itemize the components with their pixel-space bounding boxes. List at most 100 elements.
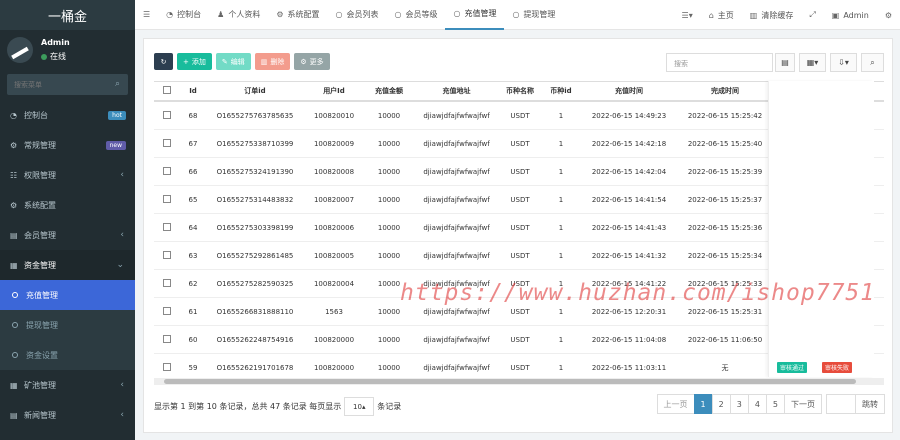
table-cell: 10000 [377,363,401,372]
sidebar-item-label: 会员管理 [24,230,56,240]
menu-search: ⌕ [7,74,128,95]
page-button[interactable]: 5 [765,394,785,414]
admin-menu[interactable]: ▣ Admin [824,0,877,30]
row-checkbox[interactable] [163,166,171,175]
tab-config[interactable]: ⚙ 系统配置 [268,0,327,30]
col-header[interactable]: 用户Id [304,86,364,96]
page-size-select[interactable]: 10 ▴ [344,397,375,416]
avatar-icon: ▣ [831,10,840,20]
row-checkbox[interactable] [163,222,171,231]
select-all-checkbox[interactable] [163,86,171,94]
table-toolbar: ↻ + 添加 ✎ 编辑 ▥ 删除 ⚙ 更多 [154,53,330,70]
search-toggle-button[interactable]: ⌕ [861,53,884,72]
col-header[interactable]: 充值地址 [414,86,499,96]
sidebar-item-permissions[interactable]: ☷ 权限管理 ‹ [0,160,135,190]
row-checkbox[interactable] [163,362,171,371]
tab-dashboard[interactable]: ◔ 控制台 [158,0,209,30]
tab-menu-button[interactable]: ☰▾ [674,0,701,30]
row-checkbox[interactable] [163,334,171,343]
sidebar-item-label: 充值管理 [26,290,58,300]
row-checkbox[interactable] [163,110,171,119]
home-link[interactable]: ⌂ 主页 [701,0,742,30]
tab-label: 个人资料 [228,10,261,19]
table-cell: O1655275763785635 [216,111,294,120]
add-button[interactable]: + 添加 [177,53,212,70]
table-cell: USDT [510,111,530,120]
col-header[interactable]: 充值金额 [364,86,414,96]
page-button[interactable]: 3 [729,394,749,414]
col-header[interactable]: 币种id [541,86,581,96]
table-search-input[interactable]: 搜索 [666,53,773,72]
refresh-icon: ↻ [160,57,167,66]
sidebar-item-funds[interactable]: ▦ 资金管理 ⌄ [0,250,135,280]
row-checkbox[interactable] [163,306,171,315]
scrollbar-thumb[interactable] [164,379,856,384]
tab-label: 控制台 [177,10,202,19]
col-header[interactable]: 订单id [206,86,304,96]
app-logo[interactable]: 一桶金 [0,0,135,30]
prev-page-button[interactable]: 上一页 [656,394,695,414]
sidebar-item-members[interactable]: ▤ 会员管理 ‹ [0,220,135,250]
table-cell: djiawjdfajfwfwajfwf [423,223,490,232]
row-checkbox[interactable] [163,250,171,259]
more-button[interactable]: ⚙ 更多 [294,53,330,70]
tab-recharge[interactable]: ○ 充值管理 [445,0,505,30]
sidebar-toggle[interactable]: ☰ [135,0,158,30]
clear-cache-label: 清除缓存 [761,10,794,20]
approve-button[interactable]: 审核通过 [777,362,808,373]
edit-button[interactable]: ✎ 编辑 [215,53,251,70]
sidebar-item-news[interactable]: ▤ 新闻管理 ‹ [0,400,135,430]
tab-profile[interactable]: ♟ 个人资料 [209,0,268,30]
export-button[interactable]: ⇩▾ [830,53,857,72]
next-page-button[interactable]: 下一页 [784,394,822,414]
col-header[interactable]: 完成时间 [677,86,773,96]
table-cell: 2022-06-15 15:25:31 [687,307,763,316]
table-cell: 2022-06-15 14:42:18 [591,139,667,148]
row-checkbox[interactable] [163,278,171,287]
menu-search-input[interactable] [7,80,107,89]
row-checkbox[interactable] [163,194,171,203]
tab-withdraw[interactable]: ○ 提现管理 [504,0,563,30]
reject-button[interactable]: 审核失败 [822,362,853,373]
dashboard-icon: ◔ [166,10,174,19]
page-button[interactable]: 4 [747,394,767,414]
pagination: 上一页 1 2 3 4 5 下一页 跳转 [656,394,885,414]
table-cell: 67 [188,139,198,148]
sidebar-item-dashboard[interactable]: ◔ 控制台 hot [0,100,135,130]
page-button[interactable]: 2 [711,394,731,414]
tab-member-level[interactable]: ○ 会员等级 [386,0,445,30]
search-icon[interactable]: ⌕ [115,79,120,89]
col-header[interactable]: 充值时间 [581,86,677,96]
goto-page-input[interactable] [826,394,856,414]
row-checkbox[interactable] [163,138,171,147]
sidebar-item-fund-settings[interactable]: 资金设置 [0,340,135,370]
table-cell: 1 [558,195,564,204]
columns-button[interactable]: ▦▾ [799,53,826,72]
settings-button[interactable]: ⚙ [877,0,900,30]
admin-label: Admin [843,10,869,20]
caret-up-icon: ▴ [361,402,366,411]
sidebar-item-config[interactable]: ⚙ 系统配置 [0,190,135,220]
page-button[interactable]: 1 [693,394,713,414]
fullscreen-button[interactable]: ⤢ [801,0,823,30]
goto-page-button[interactable]: 跳转 [855,394,885,414]
top-navbar: ☰ ◔ 控制台 ♟ 个人资料 ⚙ 系统配置 ○ 会员列表 ○ 会员等级 ○ 充值管理 ○ 提现… [135,0,900,30]
table-cell: 10000 [377,167,401,176]
circle-icon [12,352,18,358]
clear-cache-button[interactable]: ▥ 清除缓存 [742,0,802,30]
refresh-button[interactable]: ↻ [154,53,173,70]
table-cell: 1 [558,111,564,120]
sidebar-item-pool[interactable]: ▦ 矿池管理 ‹ [0,370,135,400]
col-header[interactable]: 币种名称 [499,86,541,96]
sidebar-item-general[interactable]: ⚙ 常规管理 new [0,130,135,160]
sidebar-item-recharge[interactable]: 充值管理 [0,280,135,310]
table-cell: djiawjdfajfwfwajfwf [423,251,490,260]
col-header[interactable]: Id [180,87,206,95]
search-icon: ⌕ [870,57,875,67]
table-cell: djiawjdfajfwfwajfwf [423,195,490,204]
horizontal-scrollbar[interactable] [154,378,884,385]
toggle-view-button[interactable]: ▤ [775,53,795,72]
delete-button[interactable]: ▥ 删除 [254,53,291,70]
tab-member-list[interactable]: ○ 会员列表 [328,0,387,30]
sidebar-item-withdraw[interactable]: 提现管理 [0,310,135,340]
